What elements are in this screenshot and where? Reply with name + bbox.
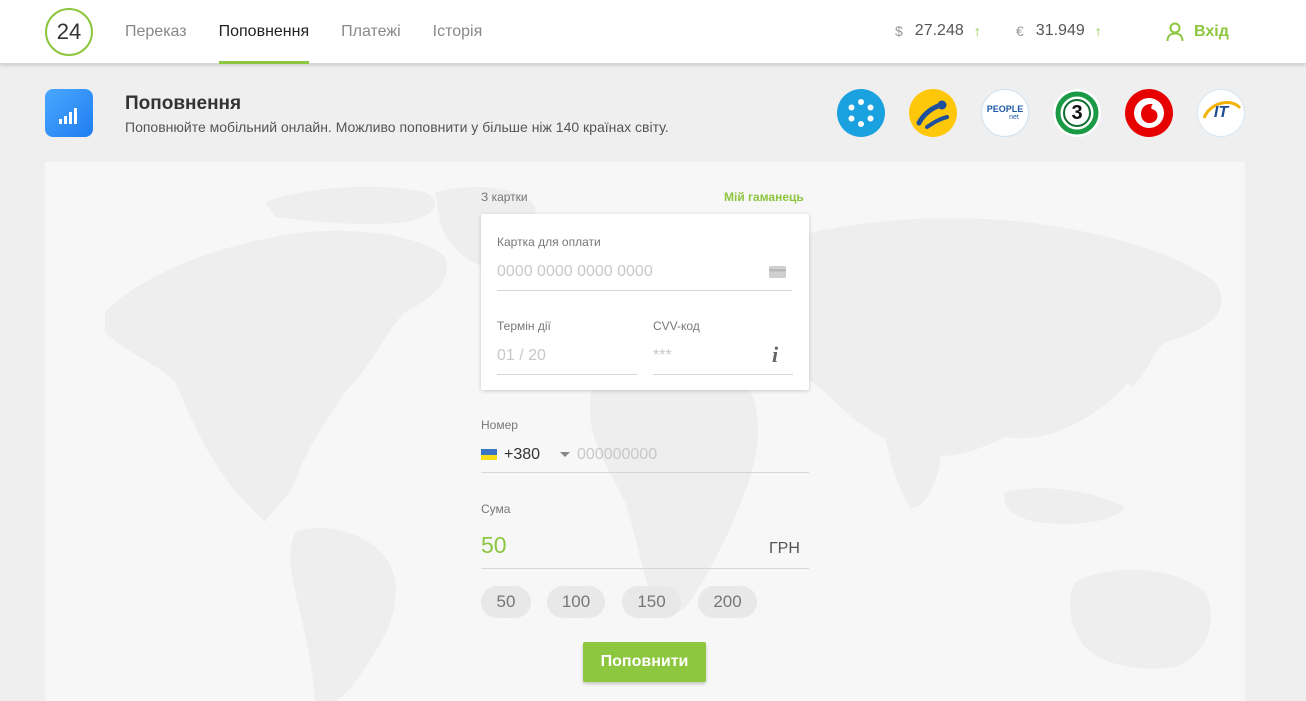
nav-history-label: Історія: [432, 23, 483, 40]
operator-intertelecom[interactable]: IT: [1197, 89, 1245, 137]
cvv-underline: [653, 374, 793, 375]
vodafone-logo-icon: [1134, 98, 1164, 128]
card-details-box: Картка для оплати 0000 0000 0000 0000 Те…: [481, 214, 809, 390]
usd-arrow-up-icon: ↑: [973, 23, 981, 39]
preset-150-button[interactable]: 150: [622, 586, 681, 618]
login-label: Вхід: [1194, 23, 1229, 40]
nav-topup[interactable]: Поповнення: [218, 0, 310, 64]
country-flag-ua-icon[interactable]: [481, 449, 497, 460]
operator-kyivstar[interactable]: [837, 89, 885, 137]
phone-code[interactable]: +380: [504, 446, 540, 464]
expiry-label: Термін дії: [497, 319, 551, 333]
phone-input[interactable]: 000000000: [577, 446, 657, 464]
login-button[interactable]: Вхід: [1166, 22, 1229, 42]
privat24-logo[interactable]: 24: [45, 8, 93, 56]
preset-150-label: 150: [637, 592, 666, 611]
nav-history[interactable]: Історія: [433, 0, 483, 64]
trimob-logo-text: 3: [1071, 101, 1083, 124]
card-number-label: Картка для оплати: [497, 235, 601, 249]
eur-rate-value: 31.949: [1035, 22, 1085, 39]
preset-50-label: 50: [496, 592, 516, 611]
lifecell-logo-icon: [916, 100, 949, 129]
peoplenet-logo-subtext: net: [1009, 114, 1019, 121]
nav-payments[interactable]: Платежі: [341, 0, 401, 64]
cvv-input[interactable]: ***: [653, 347, 672, 365]
amount-underline: [481, 568, 809, 569]
intertelecom-logo-text: IT: [1213, 104, 1229, 121]
cvv-label: CVV-код: [653, 319, 700, 333]
cvv-info-icon[interactable]: i: [772, 342, 778, 368]
user-icon: [1166, 22, 1184, 42]
topup-submit-label: Поповнити: [600, 653, 689, 670]
main-nav: Переказ Поповнення Платежі Історія: [125, 0, 514, 64]
card-number-input[interactable]: 0000 0000 0000 0000: [497, 263, 653, 281]
chevron-down-icon[interactable]: [560, 452, 570, 457]
page-subtitle: Поповнюйте мобільний онлайн. Можливо поп…: [125, 119, 669, 135]
usd-currency-sign: $: [895, 23, 903, 39]
page-title: Поповнення: [125, 93, 242, 114]
operator-trimob[interactable]: 3: [1053, 89, 1101, 137]
amount-label: Сума: [481, 502, 511, 516]
card-number-underline: [497, 290, 792, 291]
topup-submit-button[interactable]: Поповнити: [583, 642, 706, 682]
my-wallet-link[interactable]: Мій гаманець: [724, 190, 804, 204]
expiry-input[interactable]: 01 / 20: [497, 347, 546, 365]
phone-underline: [481, 472, 809, 473]
signal-bars-icon: [45, 89, 93, 137]
nav-transfer-label: Переказ: [125, 23, 187, 40]
expiry-underline: [497, 374, 637, 375]
preset-50-button[interactable]: 50: [481, 586, 531, 618]
nav-payments-label: Платежі: [341, 23, 401, 40]
preset-100-label: 100: [561, 592, 591, 611]
operator-peoplenet[interactable]: PEOPLE net: [981, 89, 1029, 137]
eur-rate: € 31.949 ↑: [1016, 22, 1102, 40]
peoplenet-logo-text: PEOPLE: [986, 104, 1024, 114]
currency-label: ГРН: [769, 540, 800, 557]
kyivstar-logo-icon: [848, 99, 874, 127]
usd-rate: $ 27.248 ↑: [895, 22, 981, 40]
nav-topup-label: Поповнення: [218, 23, 310, 40]
operator-vodafone[interactable]: [1125, 89, 1173, 137]
topup-panel: З картки Мій гаманець Картка для оплати …: [45, 162, 1245, 701]
phone-label: Номер: [481, 418, 518, 432]
usd-rate-value: 27.248: [914, 22, 964, 39]
logo-text: 24: [56, 19, 82, 44]
from-card-label: З картки: [481, 190, 528, 204]
eur-currency-sign: €: [1016, 23, 1024, 39]
preset-200-button[interactable]: 200: [698, 586, 757, 618]
nav-transfer[interactable]: Переказ: [125, 0, 187, 64]
preset-200-label: 200: [713, 592, 742, 611]
eur-arrow-up-icon: ↑: [1094, 23, 1102, 39]
operator-lifecell[interactable]: [909, 89, 957, 137]
preset-100-button[interactable]: 100: [547, 586, 605, 618]
top-bar: 24 Переказ Поповнення Платежі Історія $ …: [0, 0, 1306, 64]
amount-input[interactable]: 50: [481, 532, 507, 559]
credit-card-icon: [769, 266, 786, 278]
